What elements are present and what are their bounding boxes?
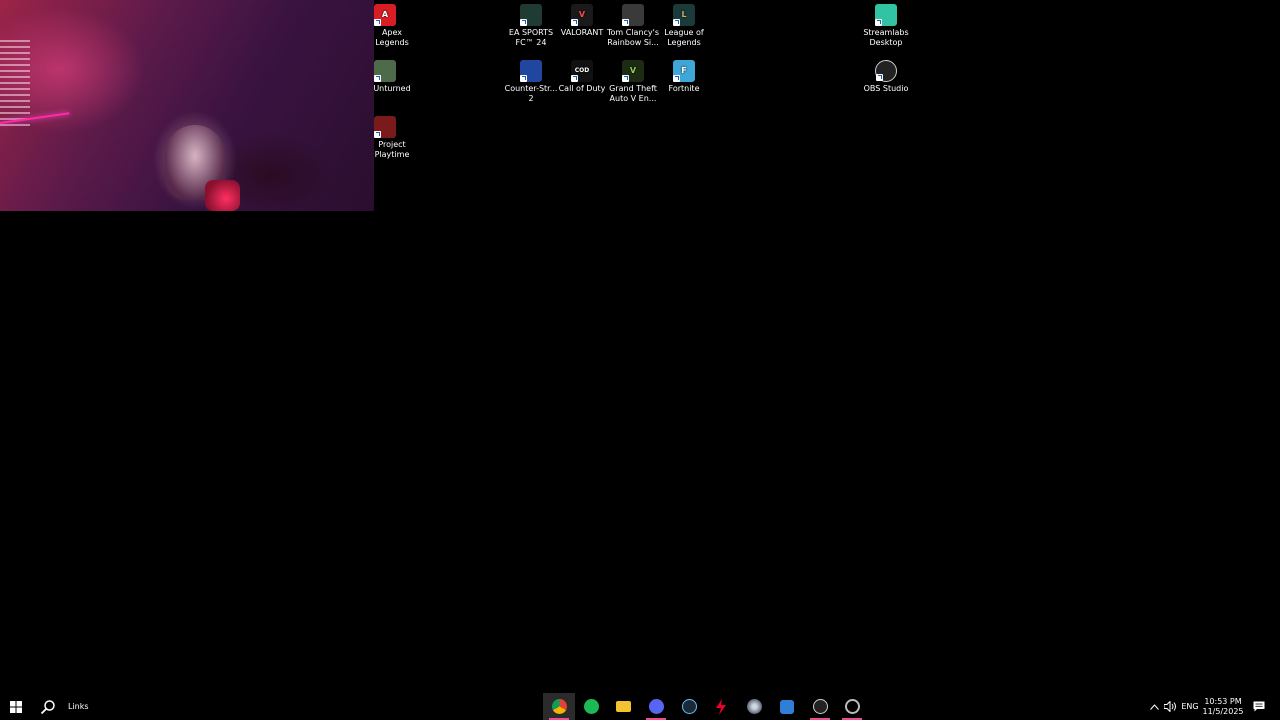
app-icon bbox=[780, 699, 794, 714]
start-button[interactable] bbox=[0, 693, 32, 720]
taskbar-app-file-explorer[interactable] bbox=[607, 693, 639, 720]
desktop-icon-streamlabs[interactable]: Streamlabs Desktop bbox=[856, 0, 916, 48]
desktop-icon-label: League of Legends bbox=[664, 28, 704, 47]
ea-sports-fc-icon bbox=[520, 4, 542, 26]
desktop-icon-label: Unturned bbox=[373, 84, 411, 93]
volume-button[interactable] bbox=[1162, 693, 1178, 720]
project-playtime-icon bbox=[374, 116, 396, 138]
obs-studio-icon bbox=[875, 60, 897, 82]
search-box[interactable]: Links bbox=[34, 693, 98, 720]
clock-time: 10:53 PM bbox=[1204, 696, 1242, 706]
desktop-icon-label: Apex Legends bbox=[375, 28, 409, 47]
desktop-icon-label: Project Playtime bbox=[374, 140, 410, 159]
taskbar-app-steam[interactable] bbox=[673, 693, 705, 720]
desktop-icon-obs-studio[interactable]: OBS Studio bbox=[856, 56, 916, 94]
app-icon bbox=[746, 699, 762, 714]
fortnite-icon: F bbox=[673, 60, 695, 82]
valorant-icon: V bbox=[571, 4, 593, 26]
spotify-icon bbox=[583, 699, 599, 714]
desktop-icon-unturned[interactable]: Unturned bbox=[352, 56, 412, 94]
desktop-icon-league-of-legends[interactable]: L League of Legends bbox=[654, 0, 714, 48]
counter-strike-icon bbox=[520, 60, 542, 82]
obs-studio-icon bbox=[812, 699, 828, 714]
call-of-duty-icon: COD bbox=[571, 60, 593, 82]
desktop-icon-label: OBS Studio bbox=[863, 84, 909, 93]
background-light-stripes bbox=[0, 40, 30, 130]
desktop-icon-apex-legends[interactable]: A Apex Legends bbox=[352, 0, 412, 48]
chrome-icon bbox=[551, 699, 567, 714]
desktop-icon-label: Fortnite bbox=[668, 84, 700, 93]
action-center-button[interactable] bbox=[1248, 693, 1270, 720]
unturned-icon bbox=[374, 60, 396, 82]
search-label: Links bbox=[68, 702, 89, 711]
taskbar-app-obs-studio[interactable] bbox=[804, 693, 836, 720]
discord-icon bbox=[648, 699, 664, 714]
clock[interactable]: 10:53 PM 11/5/2025 bbox=[1202, 693, 1244, 720]
steam-icon bbox=[681, 699, 697, 714]
gta-v-icon: V bbox=[622, 60, 644, 82]
rainbow-six-icon bbox=[622, 4, 644, 26]
ubisoft-connect-icon bbox=[844, 699, 860, 714]
clock-date: 11/5/2025 bbox=[1202, 706, 1244, 716]
notification-icon bbox=[1253, 701, 1265, 712]
show-hidden-icons-button[interactable] bbox=[1146, 693, 1162, 720]
league-of-legends-icon: L bbox=[673, 4, 695, 26]
desktop-icon-fortnite[interactable]: F Fortnite bbox=[654, 56, 714, 94]
windows-icon bbox=[10, 700, 22, 713]
webcam-overlay bbox=[0, 0, 374, 211]
streamlabs-icon bbox=[875, 4, 897, 26]
streamer-hand bbox=[205, 180, 240, 211]
taskbar: Links ENG 10:53 PM 11/5/2025 bbox=[0, 693, 1280, 720]
taskbar-app-generic[interactable] bbox=[738, 693, 770, 720]
input-language-indicator[interactable]: ENG bbox=[1179, 693, 1201, 720]
taskbar-app-riot-client[interactable] bbox=[705, 693, 737, 720]
taskbar-app-spotify[interactable] bbox=[575, 693, 607, 720]
taskbar-app-discord[interactable] bbox=[640, 693, 672, 720]
taskbar-app-chrome[interactable] bbox=[543, 693, 575, 720]
file-explorer-icon bbox=[615, 701, 631, 712]
taskbar-app-generic-2[interactable] bbox=[771, 693, 803, 720]
search-icon bbox=[40, 699, 55, 714]
speaker-icon bbox=[1163, 701, 1176, 712]
taskbar-app-ubisoft-connect[interactable] bbox=[836, 693, 868, 720]
desktop-icon-label: Streamlabs Desktop bbox=[863, 28, 909, 47]
riot-client-icon bbox=[716, 698, 726, 715]
chevron-up-icon bbox=[1149, 703, 1159, 710]
desktop-icon-project-playtime[interactable]: Project Playtime bbox=[352, 112, 412, 160]
apex-legends-icon: A bbox=[374, 4, 396, 26]
